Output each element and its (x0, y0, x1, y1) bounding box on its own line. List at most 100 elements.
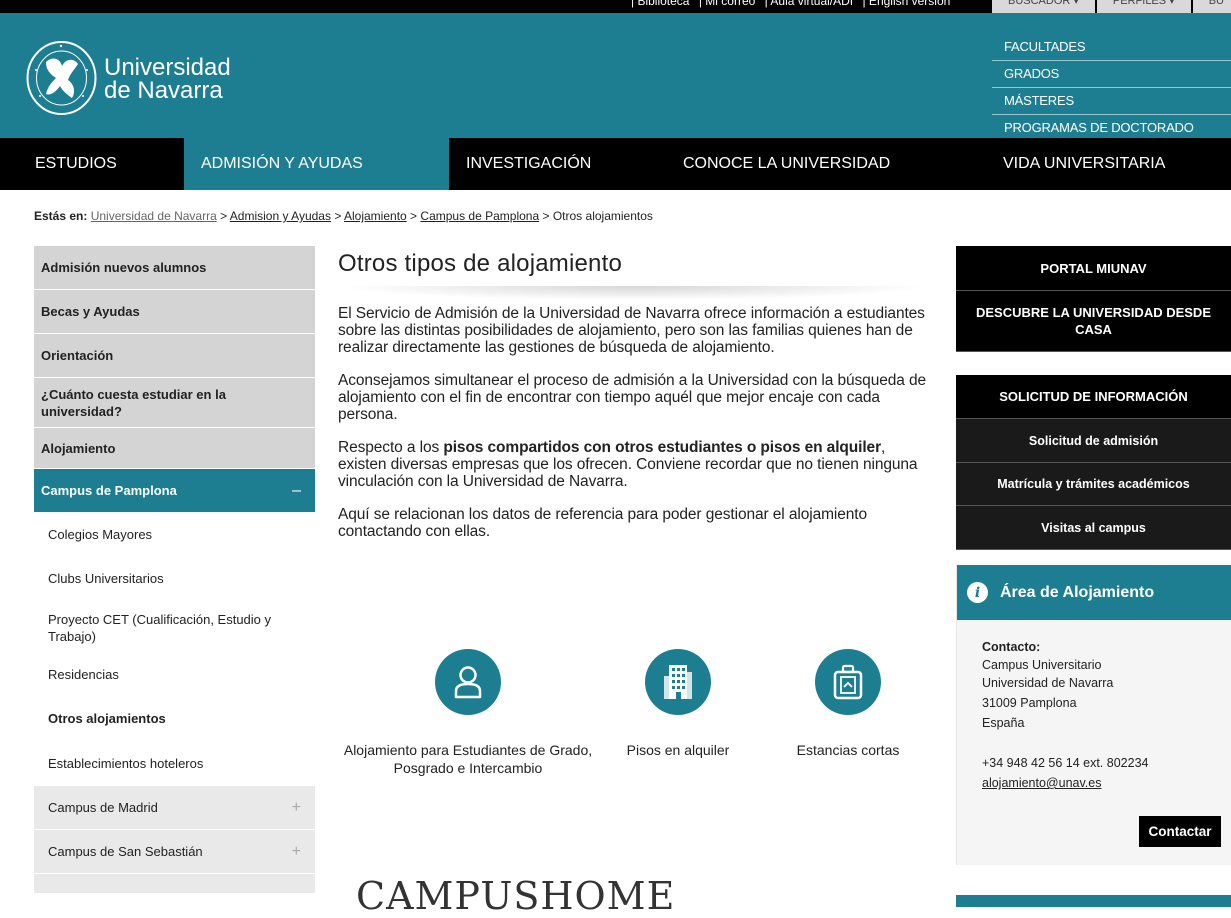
sidebar-item-cuanto-cuesta[interactable]: ¿Cuánto cuesta estudiar en la universida… (34, 378, 315, 428)
accommodation-cards: Alojamiento para Estudiantes de Grado, P… (338, 649, 932, 789)
paragraph-pisos: Respecto a los pisos compartidos con otr… (338, 439, 932, 490)
address-line: España (982, 716, 1025, 730)
sidebar-item-campus-pamplona[interactable]: Campus de Pamplona – (34, 469, 315, 513)
breadcrumb-campus-pamplona[interactable]: Campus de Pamplona (420, 209, 539, 223)
sidebar-subitem-otros-alojamientos[interactable]: Otros alojamientos (34, 695, 315, 742)
sidebar-item-admision-nuevos[interactable]: Admisión nuevos alumnos (34, 246, 315, 290)
email-link[interactable]: alojamiento@unav.es (982, 776, 1101, 790)
breadcrumb: Estás en: Universidad de Navarra > Admis… (34, 209, 653, 223)
nav-admision-ayudas[interactable]: ADMISIÓN Y AYUDAS (184, 138, 449, 190)
breadcrumb-separator: > (410, 209, 418, 223)
sidebar-subitem-colegios[interactable]: Colegios Mayores (34, 513, 315, 557)
card-estudiantes[interactable]: Alojamiento para Estudiantes de Grado, P… (338, 649, 598, 777)
main-navigation: ESTUDIOS ADMISIÓN Y AYUDAS INVESTIGACIÓN… (0, 138, 1231, 190)
sidebar-item-label: Campus de Pamplona (41, 483, 177, 498)
nav-estudios[interactable]: ESTUDIOS (0, 138, 184, 190)
sidebar-item-label: ¿Cuánto cuesta estudiar en la universida… (41, 386, 226, 419)
breadcrumb-home[interactable]: Universidad de Navarra (91, 209, 217, 223)
card-label: Alojamiento para Estudiantes de Grado, P… (343, 742, 593, 776)
visitas-campus-link[interactable]: Visitas al campus (956, 506, 1231, 550)
english-version-link[interactable]: | English version (862, 0, 950, 8)
sidebar-subitem-proyecto-cet[interactable]: Proyecto CET (Cualificación, Estudio y T… (34, 601, 315, 655)
person-icon[interactable] (435, 649, 501, 715)
top-utility-bar: | Biblioteca | Mi correo | Aula virtual/… (0, 0, 1231, 13)
collapse-icon[interactable]: – (292, 482, 301, 499)
sidebar-item-orientacion[interactable]: Orientación (34, 334, 315, 378)
sidebar-item-becas[interactable]: Becas y Ayudas (34, 290, 315, 334)
sidebar-item-next[interactable] (34, 874, 315, 894)
virtual-classroom-link[interactable]: | Aula virtual/ADI (765, 0, 854, 8)
sidebar-item-label: Clubs Universitarios (48, 571, 164, 586)
university-seal-logo[interactable] (26, 40, 97, 116)
building-icon[interactable] (645, 649, 711, 715)
contact-label-text: Contacto: (982, 640, 1041, 654)
contact-box-body: Contacto: Campus Universitario Universid… (957, 620, 1231, 793)
sidebar-item-campus-madrid[interactable]: Campus de Madrid + (34, 786, 315, 830)
sidebar-item-alojamiento[interactable]: Alojamiento (34, 428, 315, 469)
card-label: Estancias cortas (796, 742, 900, 758)
contact-box-title: Área de Alojamiento (1000, 583, 1155, 601)
info-icon: i (967, 582, 988, 603)
sidebar-item-label: Residencias (48, 667, 119, 682)
nav-conoce-universidad[interactable]: CONOCE LA UNIVERSIDAD (667, 138, 991, 190)
portal-miunav-link[interactable]: PORTAL MIUNAV (956, 246, 1231, 291)
site-header: Universidad de Navarra FACULTADES GRADOS… (0, 13, 1231, 142)
breadcrumb-admision[interactable]: Admision y Ayudas (230, 209, 331, 223)
sidebar-item-label: Proyecto CET (Cualificación, Estudio y T… (48, 611, 272, 644)
main-content: Otros tipos de alojamiento El Servicio d… (338, 250, 932, 556)
expand-icon[interactable]: + (292, 799, 301, 816)
title-divider (338, 286, 932, 300)
paragraph-intro: El Servicio de Admisión de la Universida… (338, 305, 925, 356)
sidebar-subitem-clubs[interactable]: Clubs Universitarios (34, 557, 315, 601)
sidebar-item-campus-san-sebastian[interactable]: Campus de San Sebastián + (34, 830, 315, 874)
sidebar-subitem-hoteleros[interactable]: Establecimientos hoteleros (34, 742, 315, 786)
sidebar-item-label: Otros alojamientos (48, 710, 166, 726)
suitcase-icon[interactable] (815, 649, 881, 715)
sidebar-item-label: Establecimientos hoteleros (48, 756, 204, 771)
sidebar-subitem-residencias[interactable]: Residencias (34, 655, 315, 695)
section-sidebar: Admisión nuevos alumnos Becas y Ayudas O… (34, 246, 315, 894)
breadcrumb-separator: > (542, 209, 550, 223)
paragraph-advice: Aconsejamos simultanear el proceso de ad… (338, 372, 927, 423)
descubre-universidad-link[interactable]: DESCUBRE LA UNIVERSIDAD DESDE CASA (956, 291, 1231, 352)
breadcrumb-separator: > (334, 209, 342, 223)
expand-icon[interactable]: + (292, 843, 301, 860)
library-link[interactable]: | Biblioteca (631, 0, 689, 8)
extra-button[interactable]: BU (1192, 0, 1231, 13)
sidebar-item-label: Campus de San Sebastián (48, 844, 203, 859)
breadcrumb-prefix: Estás en: (34, 209, 88, 223)
next-box-header (956, 895, 1231, 907)
nav-investigacion[interactable]: INVESTIGACIÓN (449, 138, 667, 190)
sidebar-item-label: Campus de Madrid (48, 800, 158, 815)
paragraph-reference: Aquí se relacionan los datos de referenc… (338, 506, 868, 540)
card-estancias[interactable]: Estancias cortas (778, 649, 918, 759)
quick-link-masteres[interactable]: MÁSTERES (992, 88, 1231, 115)
card-label: Pisos en alquiler (626, 742, 730, 758)
matricula-tramites-link[interactable]: Matrícula y trámites académicos (956, 463, 1231, 506)
breadcrumb-separator: > (220, 209, 228, 223)
contact-button[interactable]: Contactar (1139, 816, 1221, 847)
solicitud-admision-link[interactable]: Solicitud de admisión (956, 419, 1231, 463)
breadcrumb-alojamiento[interactable]: Alojamiento (344, 209, 407, 223)
nav-vida-universitaria[interactable]: VIDA UNIVERSITARIA (991, 138, 1231, 190)
sidebar-item-label: Admisión nuevos alumnos (41, 260, 207, 275)
sidebar-item-label: Becas y Ayudas (41, 304, 140, 319)
quick-link-facultades[interactable]: FACULTADES (992, 34, 1231, 61)
card-pisos[interactable]: Pisos en alquiler (618, 649, 738, 759)
campushome-logo[interactable]: CAMPUSHOME (356, 874, 675, 918)
contact-label: Contacto: (982, 637, 1231, 657)
mail-link[interactable]: | Mi correo (699, 0, 755, 8)
brand-line-2: de Navarra (104, 77, 223, 104)
quick-link-grados[interactable]: GRADOS (992, 61, 1231, 88)
profiles-dropdown-button[interactable]: PERFILES ▾ (1096, 0, 1191, 13)
university-name[interactable]: Universidad de Navarra (104, 54, 231, 104)
search-dropdown-button[interactable]: BUSCADOR ▾ (992, 0, 1095, 13)
sidebar-item-label: Orientación (41, 348, 114, 363)
page-title: Otros tipos de alojamiento (338, 250, 623, 277)
brand-line-1: Universidad (104, 54, 231, 81)
solicitud-informacion-heading[interactable]: SOLICITUD DE INFORMACIÓN (956, 375, 1231, 419)
sidebar-item-label: Colegios Mayores (48, 527, 153, 542)
right-links-block-1: PORTAL MIUNAV DESCUBRE LA UNIVERSIDAD DE… (956, 246, 1231, 352)
text-emphasis: pisos compartidos con otros estudiantes … (443, 439, 882, 456)
address-line: Campus Universitario (982, 658, 1102, 672)
